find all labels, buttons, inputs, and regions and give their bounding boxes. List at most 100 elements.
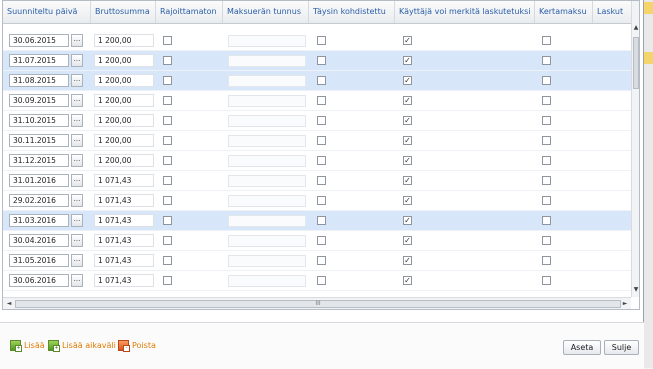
table-row[interactable]: 30.06.2015... 1 200,00 ✓ <box>3 31 631 51</box>
fully-allocated-checkbox[interactable] <box>317 196 326 205</box>
vertical-scroll-thumb[interactable] <box>633 37 639 89</box>
installment-id-input[interactable] <box>228 195 306 207</box>
planned-date-input[interactable]: 30.11.2015 <box>9 134 69 147</box>
user-can-mark-invoiced-checkbox[interactable]: ✓ <box>403 136 412 145</box>
column-header-invoices[interactable]: Laskut <box>593 1 631 23</box>
gross-amount-input[interactable]: 1 200,00 <box>94 114 154 127</box>
horizontal-scrollbar[interactable]: ◄ III ► <box>3 297 631 309</box>
user-can-mark-invoiced-checkbox[interactable]: ✓ <box>403 96 412 105</box>
horizontal-scroll-thumb[interactable]: III <box>15 300 621 308</box>
add-row-icon[interactable]: + <box>10 340 22 352</box>
planned-date-input[interactable]: 30.06.2015 <box>9 34 69 47</box>
fully-allocated-checkbox[interactable] <box>317 56 326 65</box>
table-row[interactable]: 31.05.2016... 1 071,43 ✓ <box>3 251 631 271</box>
scroll-down-arrow-icon[interactable]: ▼ <box>632 285 639 295</box>
gross-amount-input[interactable]: 1 071,43 <box>94 234 154 247</box>
unrestricted-checkbox[interactable] <box>163 256 172 265</box>
date-picker-button[interactable]: ... <box>71 34 83 47</box>
table-row[interactable]: 31.08.2015... 1 200,00 ✓ <box>3 71 631 91</box>
gross-amount-input[interactable]: 1 200,00 <box>94 54 154 67</box>
planned-date-input[interactable]: 30.06.2016 <box>9 274 69 287</box>
table-row[interactable]: 30.06.2016... 1 071,43 ✓ <box>3 271 631 291</box>
column-header-unrestricted[interactable]: Rajoittamaton <box>156 1 223 23</box>
planned-date-input[interactable]: 31.03.2016 <box>9 214 69 227</box>
user-can-mark-invoiced-checkbox[interactable]: ✓ <box>403 236 412 245</box>
installment-id-input[interactable] <box>228 155 306 167</box>
column-header-user-can-mark-invoiced[interactable]: Käyttäjä voi merkitä laskutetuksi <box>395 1 535 23</box>
fully-allocated-checkbox[interactable] <box>317 36 326 45</box>
column-header-planned-date[interactable]: Suunniteltu päivä <box>3 1 91 23</box>
unrestricted-checkbox[interactable] <box>163 156 172 165</box>
table-row[interactable]: 31.07.2015... 1 200,00 ✓ <box>3 51 631 71</box>
one-time-fee-checkbox[interactable] <box>542 196 551 205</box>
one-time-fee-checkbox[interactable] <box>542 216 551 225</box>
column-header-fully-allocated[interactable]: Täysin kohdistettu <box>309 1 395 23</box>
user-can-mark-invoiced-checkbox[interactable]: ✓ <box>403 36 412 45</box>
installment-id-input[interactable] <box>228 235 306 247</box>
fully-allocated-checkbox[interactable] <box>317 276 326 285</box>
gross-amount-input[interactable]: 1 071,43 <box>94 274 154 287</box>
one-time-fee-checkbox[interactable] <box>542 256 551 265</box>
fully-allocated-checkbox[interactable] <box>317 116 326 125</box>
table-row[interactable]: 31.12.2015... 1 200,00 ✓ <box>3 151 631 171</box>
installment-id-input[interactable] <box>228 215 306 227</box>
date-picker-button[interactable]: ... <box>71 94 83 107</box>
user-can-mark-invoiced-checkbox[interactable]: ✓ <box>403 116 412 125</box>
fully-allocated-checkbox[interactable] <box>317 136 326 145</box>
installment-id-input[interactable] <box>228 175 306 187</box>
gross-amount-input[interactable]: 1 071,43 <box>94 194 154 207</box>
column-header-gross-amount[interactable]: Bruttosumma <box>91 1 156 23</box>
gross-amount-input[interactable]: 1 071,43 <box>94 174 154 187</box>
table-row[interactable]: 31.01.2016... 1 071,43 ✓ <box>3 171 631 191</box>
unrestricted-checkbox[interactable] <box>163 236 172 245</box>
installment-id-input[interactable] <box>228 95 306 107</box>
date-picker-button[interactable]: ... <box>71 134 83 147</box>
gross-amount-input[interactable]: 1 200,00 <box>94 94 154 107</box>
one-time-fee-checkbox[interactable] <box>542 56 551 65</box>
gross-amount-input[interactable]: 1 200,00 <box>94 134 154 147</box>
planned-date-input[interactable]: 31.10.2015 <box>9 114 69 127</box>
user-can-mark-invoiced-checkbox[interactable]: ✓ <box>403 76 412 85</box>
user-can-mark-invoiced-checkbox[interactable]: ✓ <box>403 276 412 285</box>
table-row[interactable]: 31.03.2016... 1 071,43 ✓ <box>3 211 631 231</box>
date-picker-button[interactable]: ... <box>71 114 83 127</box>
date-picker-button[interactable]: ... <box>71 234 83 247</box>
unrestricted-checkbox[interactable] <box>163 116 172 125</box>
add-range-link[interactable]: Lisää aikaväli <box>62 340 116 352</box>
planned-date-input[interactable]: 31.08.2015 <box>9 74 69 87</box>
date-picker-button[interactable]: ... <box>71 74 83 87</box>
add-link[interactable]: Lisää <box>24 340 45 352</box>
table-row[interactable]: 30.09.2015... 1 200,00 ✓ <box>3 91 631 111</box>
one-time-fee-checkbox[interactable] <box>542 156 551 165</box>
date-picker-button[interactable]: ... <box>71 194 83 207</box>
planned-date-input[interactable]: 31.12.2015 <box>9 154 69 167</box>
fully-allocated-checkbox[interactable] <box>317 96 326 105</box>
installment-id-input[interactable] <box>228 115 306 127</box>
installment-id-input[interactable] <box>228 55 306 67</box>
unrestricted-checkbox[interactable] <box>163 176 172 185</box>
fully-allocated-checkbox[interactable] <box>317 176 326 185</box>
user-can-mark-invoiced-checkbox[interactable]: ✓ <box>403 256 412 265</box>
unrestricted-checkbox[interactable] <box>163 136 172 145</box>
gross-amount-input[interactable]: 1 071,43 <box>94 214 154 227</box>
date-picker-button[interactable]: ... <box>71 214 83 227</box>
delete-icon[interactable]: - <box>118 340 130 352</box>
scroll-up-arrow-icon[interactable]: ▲ <box>632 23 639 33</box>
user-can-mark-invoiced-checkbox[interactable]: ✓ <box>403 176 412 185</box>
scroll-left-arrow-icon[interactable]: ◄ <box>4 298 14 309</box>
installment-id-input[interactable] <box>228 75 306 87</box>
unrestricted-checkbox[interactable] <box>163 216 172 225</box>
fully-allocated-checkbox[interactable] <box>317 236 326 245</box>
installment-id-input[interactable] <box>228 135 306 147</box>
user-can-mark-invoiced-checkbox[interactable]: ✓ <box>403 56 412 65</box>
sulje-button[interactable]: Sulje <box>604 340 639 355</box>
column-header-installment-id[interactable]: Maksuerän tunnus <box>223 1 309 23</box>
planned-date-input[interactable]: 29.02.2016 <box>9 194 69 207</box>
table-row[interactable]: 30.04.2016... 1 071,43 ✓ <box>3 231 631 251</box>
user-can-mark-invoiced-checkbox[interactable]: ✓ <box>403 156 412 165</box>
installment-id-input[interactable] <box>228 255 306 267</box>
fully-allocated-checkbox[interactable] <box>317 156 326 165</box>
fully-allocated-checkbox[interactable] <box>317 76 326 85</box>
planned-date-input[interactable]: 30.09.2015 <box>9 94 69 107</box>
one-time-fee-checkbox[interactable] <box>542 116 551 125</box>
